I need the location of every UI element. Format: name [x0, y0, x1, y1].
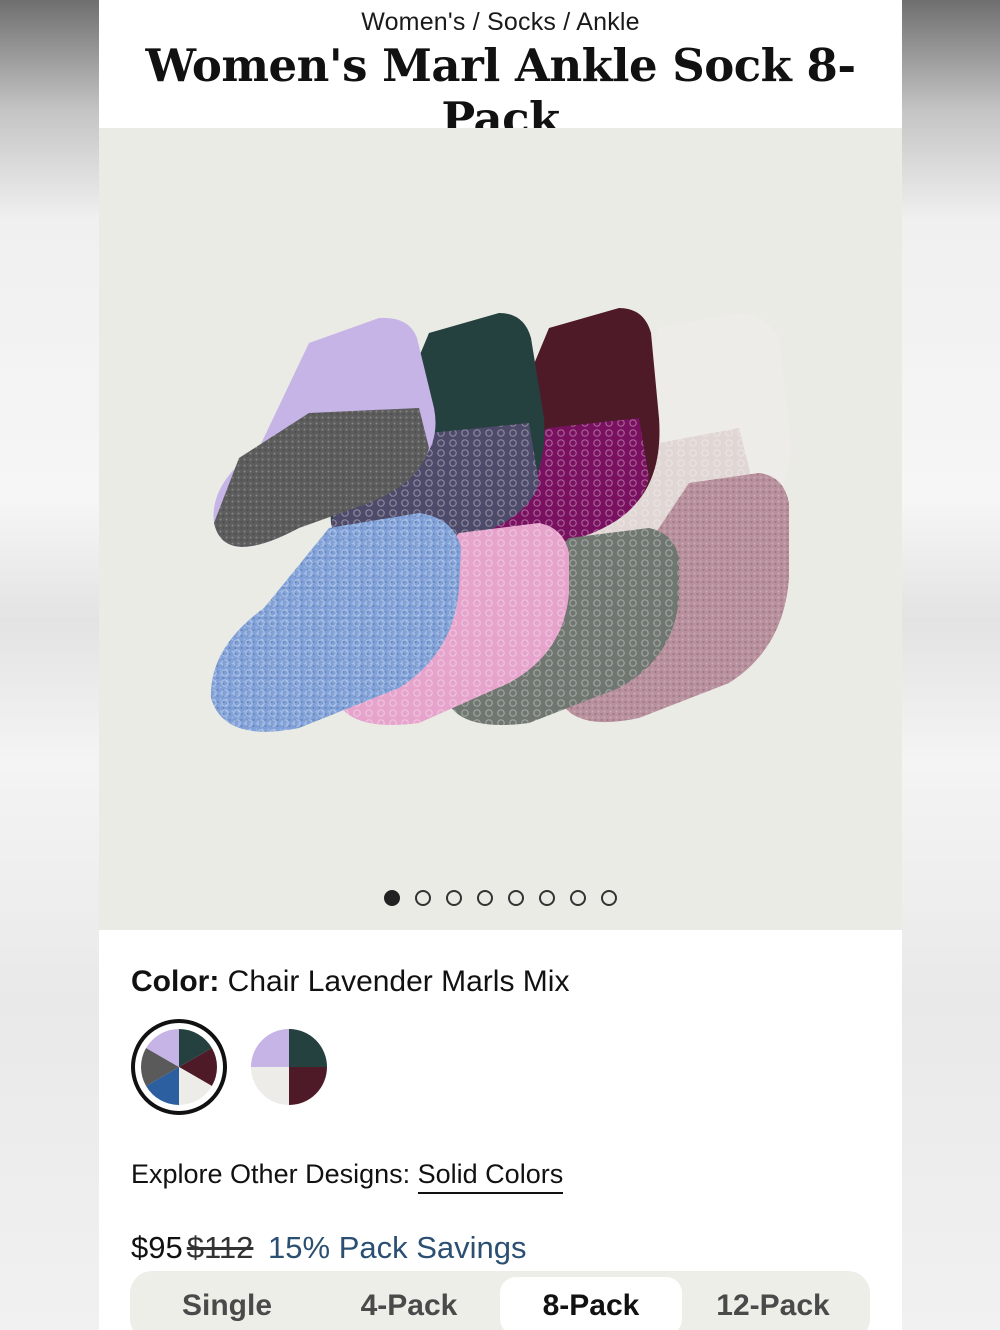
solid-colors-link[interactable]: Solid Colors — [417, 1159, 564, 1194]
breadcrumb: Women's / Socks / Ankle — [99, 0, 902, 37]
swatch-icon — [141, 1029, 217, 1105]
gallery-dot[interactable] — [446, 890, 462, 906]
swatch-solid-mix[interactable] — [241, 1019, 337, 1115]
price-row: $95 $112 15% Pack Savings — [131, 1230, 871, 1266]
breadcrumb-item-womens[interactable]: Women's — [361, 8, 465, 36]
product-details: Color: Chair Lavender Marls Mix Explore … — [131, 930, 871, 1266]
pack-option-4-pack[interactable]: 4-Pack — [318, 1277, 500, 1330]
breadcrumb-item-ankle[interactable]: Ankle — [576, 8, 640, 36]
gallery-dot[interactable] — [601, 890, 617, 906]
color-value: Chair Lavender Marls Mix — [227, 965, 570, 998]
product-image-gallery[interactable] — [99, 128, 902, 930]
gallery-dot[interactable] — [477, 890, 493, 906]
gallery-dot[interactable] — [539, 890, 555, 906]
color-selection-label: Color: Chair Lavender Marls Mix — [131, 965, 871, 999]
background-blur-right — [901, 0, 1000, 1330]
explore-designs: Explore Other Designs: Solid Colors — [131, 1159, 871, 1194]
swatch-icon — [251, 1029, 327, 1105]
breadcrumb-separator: / — [563, 8, 577, 36]
gallery-dot[interactable] — [508, 890, 524, 906]
breadcrumb-item-socks[interactable]: Socks — [487, 8, 556, 36]
original-price: $112 — [186, 1230, 254, 1265]
color-swatches — [131, 1019, 871, 1115]
product-header: Women's / Socks / Ankle Women's Marl Ank… — [99, 0, 902, 145]
current-price: $95 — [131, 1230, 183, 1265]
background-blur-left — [0, 0, 99, 1330]
product-page: Women's / Socks / Ankle Women's Marl Ank… — [99, 0, 902, 1330]
breadcrumb-separator: / — [472, 8, 488, 36]
gallery-dot[interactable] — [570, 890, 586, 906]
gallery-dot[interactable] — [384, 890, 400, 906]
gallery-dot[interactable] — [415, 890, 431, 906]
color-label: Color: — [131, 965, 220, 998]
pack-option-8-pack[interactable]: 8-Pack — [500, 1277, 682, 1330]
swatch-chair-lavender-marls-mix[interactable] — [131, 1019, 227, 1115]
pack-savings: 15% Pack Savings — [268, 1230, 527, 1265]
explore-label: Explore Other Designs: — [131, 1159, 411, 1189]
pack-option-12-pack[interactable]: 12-Pack — [682, 1277, 864, 1330]
pack-option-single[interactable]: Single — [136, 1277, 318, 1330]
pack-size-selector: Single 4-Pack 8-Pack 12-Pack — [130, 1271, 870, 1330]
gallery-pagination — [99, 890, 902, 906]
sock-8-pack-image — [210, 308, 791, 732]
